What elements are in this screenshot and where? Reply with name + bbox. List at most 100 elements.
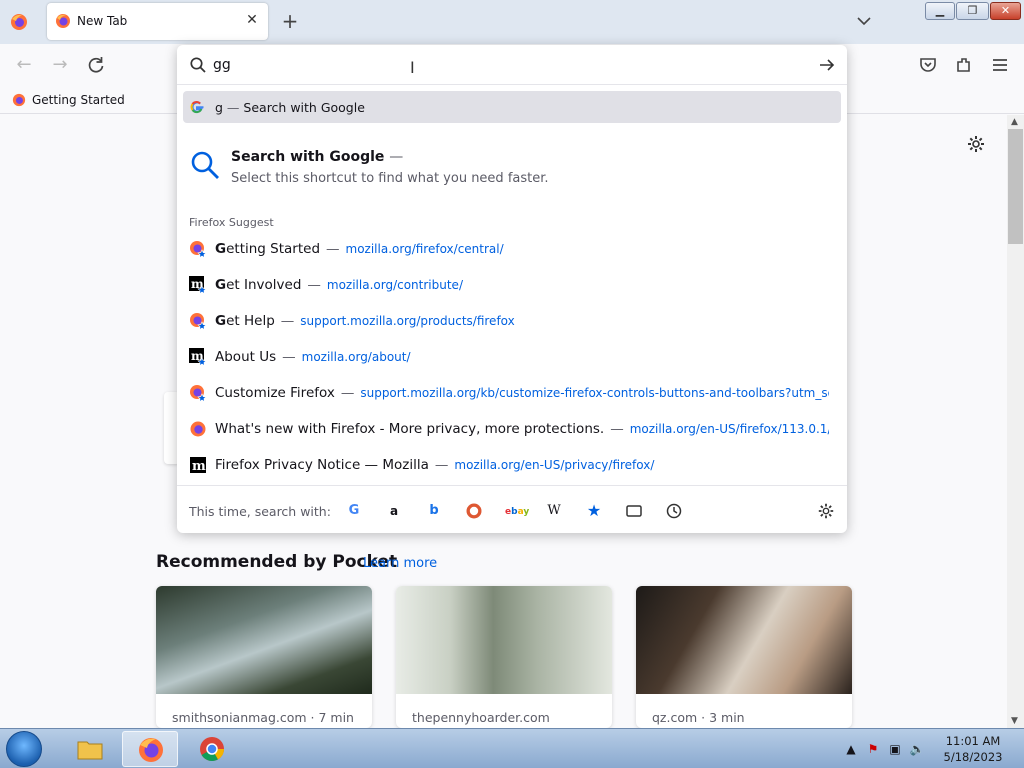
list-all-tabs-icon[interactable] xyxy=(854,12,874,30)
suggestion-text: Firefox Privacy Notice — Mozilla — mozilla… xyxy=(215,457,655,473)
wikipedia-engine-icon[interactable]: W xyxy=(545,502,563,520)
suggestion-title: What's new with Firefox - More privacy, … xyxy=(215,421,605,437)
volume-icon[interactable]: 🔈 xyxy=(909,741,925,757)
suggestion-row[interactable]: What's new with Firefox - More privacy, … xyxy=(189,413,829,443)
suggestion-url: support.mozilla.org/kb/customize-firefox… xyxy=(360,386,829,400)
one-off-search-bar: This time, search with: G a b ebay W ★ xyxy=(177,485,847,533)
suggestion-text: Get Help — support.mozilla.org/products/fi… xyxy=(215,313,515,329)
suggestion-title: Firefox Privacy Notice — Mozilla xyxy=(215,457,429,473)
taskbar-explorer[interactable] xyxy=(62,731,118,767)
tab-new-tab[interactable]: New Tab ✕ xyxy=(47,3,268,40)
suggestion-row[interactable]: m About Us — mozilla.org/about/ xyxy=(189,341,829,371)
scroll-thumb[interactable] xyxy=(1008,129,1023,244)
suggestion-url: mozilla.org/firefox/central/ xyxy=(345,242,504,256)
bookmark-getting-started[interactable]: Getting Started xyxy=(12,91,125,109)
restore-button[interactable]: ❐ xyxy=(956,2,989,20)
network-icon[interactable]: ▣ xyxy=(887,741,903,757)
amazon-engine-icon[interactable]: a xyxy=(385,502,403,520)
hamburger-menu-icon[interactable] xyxy=(989,54,1011,76)
firefox-icon[interactable] xyxy=(10,13,28,31)
scroll-down-icon[interactable]: ▼ xyxy=(1011,716,1018,726)
ebay-engine-icon[interactable]: ebay xyxy=(505,502,529,520)
suggestion-title: et Involved xyxy=(226,277,302,293)
suggestion-url: mozilla.org/en-US/privacy/firefox/ xyxy=(454,458,655,472)
pocket-icon[interactable] xyxy=(917,54,939,76)
urlbar-dropdown: g — Search with Google Search with Googl… xyxy=(177,45,847,533)
show-hidden-icons[interactable]: ▲ xyxy=(843,741,859,757)
taskbar-firefox[interactable] xyxy=(122,731,178,767)
search-suggestion-text: g — Search with Google xyxy=(215,100,365,115)
scroll-up-icon[interactable]: ▲ xyxy=(1011,117,1018,127)
tip-title: Search with Google — xyxy=(231,149,404,165)
bing-engine-icon[interactable]: b xyxy=(425,502,443,520)
suggestion-text: Get Involved — mozilla.org/contribute/ xyxy=(215,277,463,293)
pocket-card-image xyxy=(636,586,852,694)
suggestion-text: What's new with Firefox - More privacy, … xyxy=(215,421,829,437)
firefox-bookmark-icon xyxy=(189,384,207,403)
bookmark-label: Getting Started xyxy=(32,93,125,107)
pocket-card-source: thepennyhoarder.com xyxy=(412,710,550,725)
tabs-icon[interactable] xyxy=(625,502,643,520)
gear-icon[interactable] xyxy=(966,134,986,154)
tab-title: New Tab xyxy=(77,14,128,28)
pocket-card-source: qz.com · 3 min xyxy=(652,710,745,725)
mozilla-bookmark-icon: m xyxy=(189,348,207,367)
go-arrow-icon[interactable] xyxy=(817,55,837,75)
bookmarks-star-icon[interactable]: ★ xyxy=(585,502,603,520)
suggestion-row[interactable]: Getting Started — mozilla.org/firefox/cent… xyxy=(189,233,829,263)
google-engine-icon[interactable]: G xyxy=(345,502,363,520)
firefox-suggest-label: Firefox Suggest xyxy=(189,216,274,229)
clock[interactable]: 11:01 AM 5/18/2023 xyxy=(940,733,1006,765)
folder-icon xyxy=(77,741,103,760)
suggestion-url: mozilla.org/contribute/ xyxy=(326,278,463,292)
forward-button[interactable]: → xyxy=(49,54,71,76)
suggestion-text: Getting Started — mozilla.org/firefox/cent… xyxy=(215,241,504,257)
pocket-card-source: smithsonianmag.com · 7 min xyxy=(172,710,354,725)
chrome-icon xyxy=(200,737,224,762)
firefox-icon xyxy=(56,14,70,28)
pocket-card[interactable]: qz.com · 3 min xyxy=(636,586,852,728)
suggestion-url: mozilla.org/about/ xyxy=(301,350,411,364)
close-window-button[interactable]: ✕ xyxy=(990,2,1021,20)
engines-label: This time, search with: xyxy=(189,504,331,519)
suggestion-row[interactable]: Customize Firefox — support.mozilla.org/kb… xyxy=(189,377,829,407)
system-tray: ▲ ⚑ ▣ 🔈 xyxy=(843,739,925,759)
reload-icon[interactable] xyxy=(85,54,107,76)
clock-date: 5/18/2023 xyxy=(943,750,1003,764)
taskbar-chrome[interactable] xyxy=(184,731,240,767)
suggestion-title: et Help xyxy=(226,313,275,329)
suggestion-text: Customize Firefox — support.mozilla.org/kb… xyxy=(215,385,829,401)
suggestion-text: About Us — mozilla.org/about/ xyxy=(215,349,411,365)
duckduckgo-engine-icon[interactable] xyxy=(465,502,483,520)
suggestion-title: About Us xyxy=(215,349,277,365)
suggestion-row[interactable]: m Firefox Privacy Notice — Mozilla — mozill… xyxy=(189,449,829,479)
mozilla-bookmark-icon: m xyxy=(189,276,207,295)
tip-body: Select this shortcut to find what you ne… xyxy=(231,171,549,186)
back-button[interactable]: ← xyxy=(13,54,35,76)
new-tab-button[interactable]: + xyxy=(280,10,300,32)
clock-time: 11:01 AM xyxy=(945,734,1001,748)
minimize-button[interactable]: ▁ xyxy=(925,2,955,20)
search-shortcut-tip[interactable]: Search with Google — Select this shortcu… xyxy=(189,147,829,197)
pocket-learn-more-link[interactable]: Learn more xyxy=(363,556,437,571)
close-tab-icon[interactable]: ✕ xyxy=(244,11,260,29)
urlbar-input[interactable] xyxy=(213,53,803,77)
page-scrollbar[interactable]: ▲ ▼ xyxy=(1007,115,1024,728)
search-icon xyxy=(191,151,219,179)
extensions-icon[interactable] xyxy=(953,54,975,76)
pocket-card[interactable]: smithsonianmag.com · 7 min xyxy=(156,586,372,728)
pocket-card[interactable]: thepennyhoarder.com xyxy=(396,586,612,728)
history-clock-icon[interactable] xyxy=(665,502,683,520)
search-settings-gear-icon[interactable] xyxy=(817,502,835,520)
firefox-icon xyxy=(189,420,207,438)
pocket-card-image xyxy=(156,586,372,694)
firefox-icon xyxy=(139,738,163,762)
suggestion-row[interactable]: Get Help — support.mozilla.org/products/fi… xyxy=(189,305,829,335)
text-cursor-icon: I xyxy=(410,58,415,77)
start-button[interactable] xyxy=(6,731,42,767)
search-suggestion-row[interactable]: g — Search with Google xyxy=(183,91,841,123)
tab-strip: New Tab ✕ + ▁ ❐ ✕ xyxy=(0,0,1024,44)
action-center-icon[interactable]: ⚑ xyxy=(865,741,881,757)
search-icon xyxy=(190,57,206,73)
suggestion-row[interactable]: m Get Involved — mozilla.org/contribute/ xyxy=(189,269,829,299)
